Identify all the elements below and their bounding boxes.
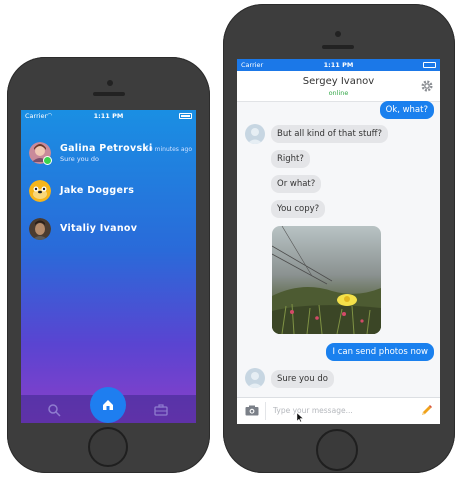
contact-name: Galina Petrovski <box>60 143 153 154</box>
photo-message[interactable] <box>272 226 381 334</box>
status-bar: Carrier 1:11 PM <box>237 59 440 71</box>
mouse-cursor-icon <box>297 413 303 422</box>
online-indicator <box>43 156 52 165</box>
message-input[interactable]: Type your message... <box>273 406 353 415</box>
pencil-icon[interactable] <box>420 404 432 417</box>
briefcase-icon[interactable] <box>154 403 168 417</box>
outgoing-message: Ok, what? <box>379 101 434 119</box>
avatar <box>245 368 265 388</box>
speaker-grille <box>93 92 125 96</box>
speaker-grille <box>322 45 354 49</box>
clock: 1:11 PM <box>93 112 124 120</box>
front-camera <box>335 31 341 37</box>
status-bar: Carrier ◠ 1:11 PM <box>21 110 196 122</box>
battery-icon <box>179 113 192 119</box>
message-composer: Type your message... <box>237 397 440 424</box>
incoming-message: Or what? <box>271 175 322 193</box>
home-tab-button[interactable] <box>90 387 126 423</box>
chat-title: Sergey Ivanov <box>302 76 375 87</box>
tab-bar <box>21 387 196 423</box>
incoming-message: You copy? <box>271 200 326 218</box>
contacts-screen: Carrier ◠ 1:11 PM Galina Petrovski Sure … <box>21 110 196 423</box>
contact-name: Vitaliy Ivanov <box>60 223 138 234</box>
battery-icon <box>423 62 436 68</box>
presence-status: online <box>328 89 349 97</box>
contact-row[interactable]: Vitaliy Ivanov <box>27 216 192 242</box>
chat-header: Sergey Ivanov online <box>237 71 440 102</box>
camera-icon[interactable] <box>245 405 259 416</box>
gear-icon[interactable] <box>420 79 434 93</box>
incoming-message: Sure you do <box>271 370 334 388</box>
message-time: 10 minutes ago <box>145 146 192 153</box>
incoming-message: Right? <box>271 150 310 168</box>
outgoing-message: I can send photos now <box>326 343 434 361</box>
front-camera <box>107 80 113 86</box>
avatar <box>29 180 51 202</box>
contact-name: Jake Doggers <box>60 185 135 196</box>
contact-row[interactable]: Galina Petrovski Sure you do 10 minutes … <box>27 140 192 166</box>
home-button[interactable] <box>316 429 358 471</box>
incoming-message: But all kind of that stuff? <box>271 125 389 143</box>
divider <box>265 402 266 420</box>
search-icon[interactable] <box>47 403 61 417</box>
last-message: Sure you do <box>60 155 99 163</box>
chat-screen: Carrier 1:11 PM Sergey Ivanov online Ok,… <box>237 59 440 424</box>
avatar <box>29 218 51 240</box>
home-button[interactable] <box>88 427 128 467</box>
contact-row[interactable]: Jake Doggers <box>27 178 192 204</box>
avatar <box>245 124 265 144</box>
home-icon <box>103 400 113 410</box>
clock: 1:11 PM <box>323 61 354 69</box>
